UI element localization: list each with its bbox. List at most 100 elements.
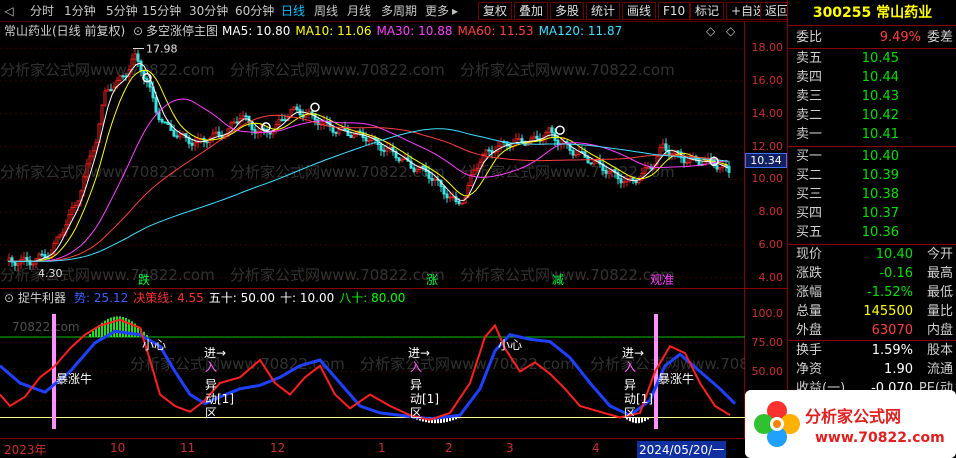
candle-body: [352, 133, 356, 138]
candle-body: [94, 141, 98, 152]
date-label: 1: [378, 441, 386, 455]
candle-body: [16, 263, 20, 266]
watermark-text: 分析家公式网www.70822.com: [230, 266, 445, 284]
anomaly-text: 动[1]: [410, 392, 439, 406]
candlestick-chart[interactable]: 分析家公式网www.70822.com 分析家公式网www.70822.com 分析…: [0, 22, 745, 288]
current-date-tag: 2024/05/20/一: [637, 441, 727, 458]
stat-row-value: -0.16: [879, 266, 913, 281]
ask-row: 卖四 10.44: [788, 68, 956, 87]
candle-body: [643, 167, 647, 174]
main-chart-panel[interactable]: 常山药业(日线 前复权) ⊙ 多空涨停主图 MA5: 10.80 MA10: 11…: [0, 22, 745, 288]
period-tab-daily[interactable]: 日线: [281, 3, 305, 19]
candle-body: [178, 133, 182, 138]
fuquan-button[interactable]: 复权: [478, 2, 513, 20]
overlay-button[interactable]: 叠加: [514, 2, 549, 20]
enter-signal-text: 进→: [622, 346, 644, 360]
date-label: 11: [180, 441, 196, 455]
stat-row-right-label: 最高: [926, 266, 953, 281]
entry-mark-text: 入: [205, 360, 217, 374]
candle-body: [670, 153, 674, 156]
candle-body: [421, 165, 425, 168]
candle-body: [472, 169, 476, 176]
caution-text: 小心: [142, 338, 166, 352]
draw-line-button[interactable]: 画线: [622, 2, 657, 20]
bid-row-label: 买一: [796, 149, 823, 164]
indicator-panel[interactable]: ⊙ 捉牛利器 势: 25.12 决策线: 4.55 五十: 50.00 十: 10.0…: [0, 288, 745, 438]
menu-arrow-icon[interactable]: ◁: [2, 3, 16, 19]
candle-body: [664, 143, 668, 151]
date-label: 2023年: [4, 443, 47, 457]
entry-mark-text: 入: [624, 360, 636, 374]
indicator-chart[interactable]: 70822.com分析家公式网www.70822.com 分析家公式网www.70…: [0, 289, 745, 439]
ask-row-label: 卖五: [796, 51, 823, 66]
candle-body: [475, 168, 479, 171]
bid-row-label: 买二: [796, 168, 823, 183]
stat-row-right-label: 内盘: [926, 323, 953, 338]
candle-body: [517, 138, 521, 141]
stat-row-label: 外盘: [796, 323, 823, 338]
candle-body: [241, 115, 245, 120]
period-tab-multi[interactable]: 多周期: [381, 3, 417, 19]
candle-body: [457, 200, 461, 205]
period-tab-weekly[interactable]: 周线: [314, 3, 338, 19]
date-label: 3: [506, 441, 514, 455]
stat-row-label: 涨幅: [796, 285, 823, 300]
period-tab-more[interactable]: 更多: [425, 3, 449, 19]
ask-row-value: 10.42: [861, 108, 899, 123]
candle-body: [139, 60, 143, 72]
price-tick-label: 18.00: [751, 41, 784, 55]
candle-body: [508, 145, 512, 148]
candle-body: [553, 132, 557, 141]
candle-body: [400, 158, 404, 162]
period-tab-monthly[interactable]: 月线: [347, 3, 371, 19]
more-arrow-icon[interactable]: ▸: [452, 3, 458, 19]
watermark-text: 分析家公式网www.70822.com: [460, 61, 675, 79]
candle-body: [76, 200, 80, 206]
indicator-tick-label: 50.00: [751, 364, 784, 378]
anomaly-text: 动[1]: [624, 392, 653, 406]
bid-row-label: 买四: [796, 206, 823, 221]
candle-body: [367, 139, 371, 142]
histogram-bar: [455, 417, 457, 420]
stat-row-value: 63070: [871, 323, 913, 338]
candle-body: [637, 179, 641, 184]
period-tab-fenshi[interactable]: 分时: [30, 3, 54, 19]
candle-body: [682, 157, 686, 164]
site-logo: 分析家公式网 www.70822.com: [745, 390, 956, 458]
price-tick-label: 6.00: [758, 238, 784, 251]
stat-row-right-label: 今开: [926, 247, 953, 262]
anomaly-text: 动[1]: [205, 392, 234, 406]
mark-button[interactable]: 标记: [690, 2, 725, 20]
period-tab-30min[interactable]: 30分钟: [189, 3, 228, 19]
candle-body: [337, 129, 341, 134]
ma120-line: [8, 128, 729, 262]
candle-body: [148, 81, 152, 88]
candle-body: [619, 178, 623, 184]
multi-stock-button[interactable]: 多股: [550, 2, 585, 20]
signal-marker-text: 减: [552, 273, 564, 287]
stats-button[interactable]: 统计: [586, 2, 621, 20]
period-tab-5min[interactable]: 5分钟: [106, 3, 138, 19]
candle-body: [571, 149, 575, 156]
stock-title: 300255 常山药业: [788, 0, 956, 26]
candle-body: [445, 193, 449, 199]
f10-button[interactable]: F10: [658, 2, 691, 20]
candle-body: [277, 119, 281, 126]
candle-body: [715, 165, 719, 170]
entry-mark-text: 入: [410, 360, 422, 374]
period-tab-60min[interactable]: 60分钟: [235, 3, 274, 19]
stat-row: 外盘 63070 内盘: [788, 321, 956, 340]
candle-body: [427, 170, 431, 179]
logo-text: 分析家公式网: [805, 407, 901, 426]
period-tab-1min[interactable]: 1分钟: [64, 3, 96, 19]
price-tick-label: 12.00: [751, 139, 784, 153]
period-tab-15min[interactable]: 15分钟: [142, 3, 181, 19]
ask-row: 卖五 10.45: [788, 49, 956, 68]
candle-body: [55, 236, 59, 244]
ask-row-value: 10.43: [861, 89, 899, 104]
caution-text: 小心: [498, 338, 522, 352]
candle-body: [163, 121, 167, 124]
candle-body: [331, 126, 335, 133]
indicator-tick-label: 75.00: [751, 335, 784, 349]
candle-body: [718, 166, 722, 170]
